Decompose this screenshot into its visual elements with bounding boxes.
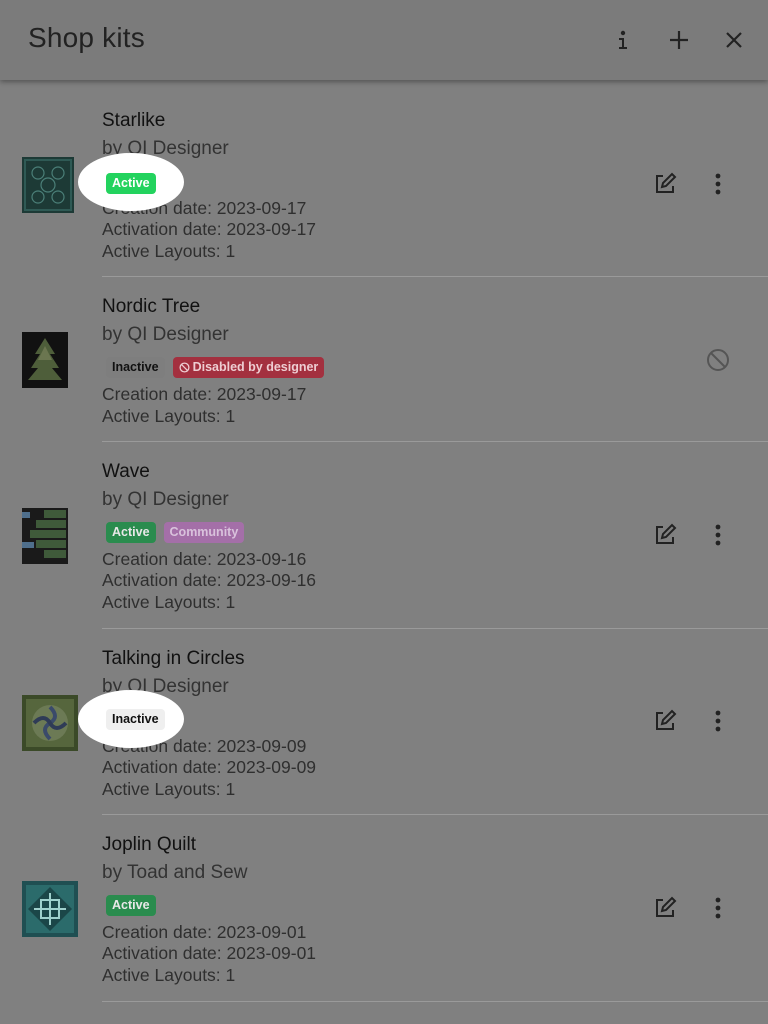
- kit-name: Talking in Circles: [102, 648, 245, 669]
- active-layouts: Active Layouts: 1: [102, 241, 236, 261]
- creation-date: Creation date: 2023-09-17: [102, 384, 307, 404]
- status-badge-inactive: Inactive: [106, 357, 165, 378]
- kit-thumbnail: [22, 881, 78, 937]
- kit-row-joplin-quilt[interactable]: Joplin Quilt by Toad and Sew Active Crea…: [0, 815, 768, 1002]
- block-icon: [179, 362, 190, 373]
- kit-name: Nordic Tree: [102, 296, 201, 317]
- activation-date: Activation date: 2023-09-09: [102, 757, 317, 777]
- block-icon: [703, 345, 733, 375]
- more-vert-icon[interactable]: [703, 893, 733, 923]
- kit-name: Joplin Quilt: [102, 834, 196, 855]
- kit-designer: by QI Designer: [102, 324, 229, 345]
- disabled-label: Disabled by designer: [192, 360, 319, 374]
- more-vert-icon[interactable]: [703, 520, 733, 550]
- close-icon[interactable]: [716, 22, 752, 58]
- edit-icon[interactable]: [650, 169, 680, 199]
- kit-thumbnail: [22, 332, 68, 388]
- kit-thumbnail: [22, 508, 68, 564]
- kit-row-starlike[interactable]: Starlike by QI Designer Active Creation …: [0, 80, 768, 277]
- kit-designer: by Toad and Sew: [102, 862, 248, 883]
- badge-group: Inactive Disabled by designer: [106, 357, 325, 378]
- info-icon[interactable]: [605, 22, 641, 58]
- badge-group: Active: [106, 895, 156, 916]
- kit-designer: by QI Designer: [102, 489, 229, 510]
- more-vert-icon[interactable]: [703, 706, 733, 736]
- kit-name: Starlike: [102, 110, 166, 131]
- kit-row-wave[interactable]: Wave by QI Designer Active Community Cre…: [0, 442, 768, 629]
- active-layouts: Active Layouts: 1: [102, 779, 236, 799]
- status-badge-disabled: Disabled by designer: [172, 357, 325, 378]
- creation-date: Creation date: 2023-09-01: [102, 922, 307, 942]
- active-layouts: Active Layouts: 1: [102, 965, 236, 985]
- kit-name: Wave: [102, 461, 150, 482]
- status-badge-active: Active: [106, 173, 156, 194]
- activation-date: Activation date: 2023-09-17: [102, 219, 317, 239]
- edit-icon[interactable]: [650, 893, 680, 923]
- status-badge-community: Community: [163, 522, 245, 543]
- status-badge-active: Active: [106, 522, 156, 543]
- creation-date: Creation date: 2023-09-16: [102, 549, 307, 569]
- more-vert-icon[interactable]: [703, 169, 733, 199]
- plus-icon[interactable]: [661, 22, 697, 58]
- edit-icon[interactable]: [650, 706, 680, 736]
- kit-thumbnail: [22, 157, 74, 213]
- kit-row-nordic-tree[interactable]: Nordic Tree by QI Designer Inactive Disa…: [0, 277, 768, 442]
- active-layouts: Active Layouts: 1: [102, 592, 236, 612]
- status-badge-inactive: Inactive: [106, 709, 165, 730]
- page-title: Shop kits: [28, 22, 145, 53]
- kit-row-talking-in-circles[interactable]: Talking in Circles by QI Designer Inacti…: [0, 629, 768, 815]
- activation-date: Activation date: 2023-09-16: [102, 570, 317, 590]
- status-badge-active: Active: [106, 895, 156, 916]
- badge-group: Active Community: [106, 522, 245, 543]
- app-bar: Shop kits: [0, 0, 768, 80]
- edit-icon[interactable]: [650, 520, 680, 550]
- activation-date: Activation date: 2023-09-01: [102, 943, 317, 963]
- kit-thumbnail: [22, 695, 78, 751]
- divider: [102, 1001, 768, 1002]
- active-layouts: Active Layouts: 1: [102, 406, 236, 426]
